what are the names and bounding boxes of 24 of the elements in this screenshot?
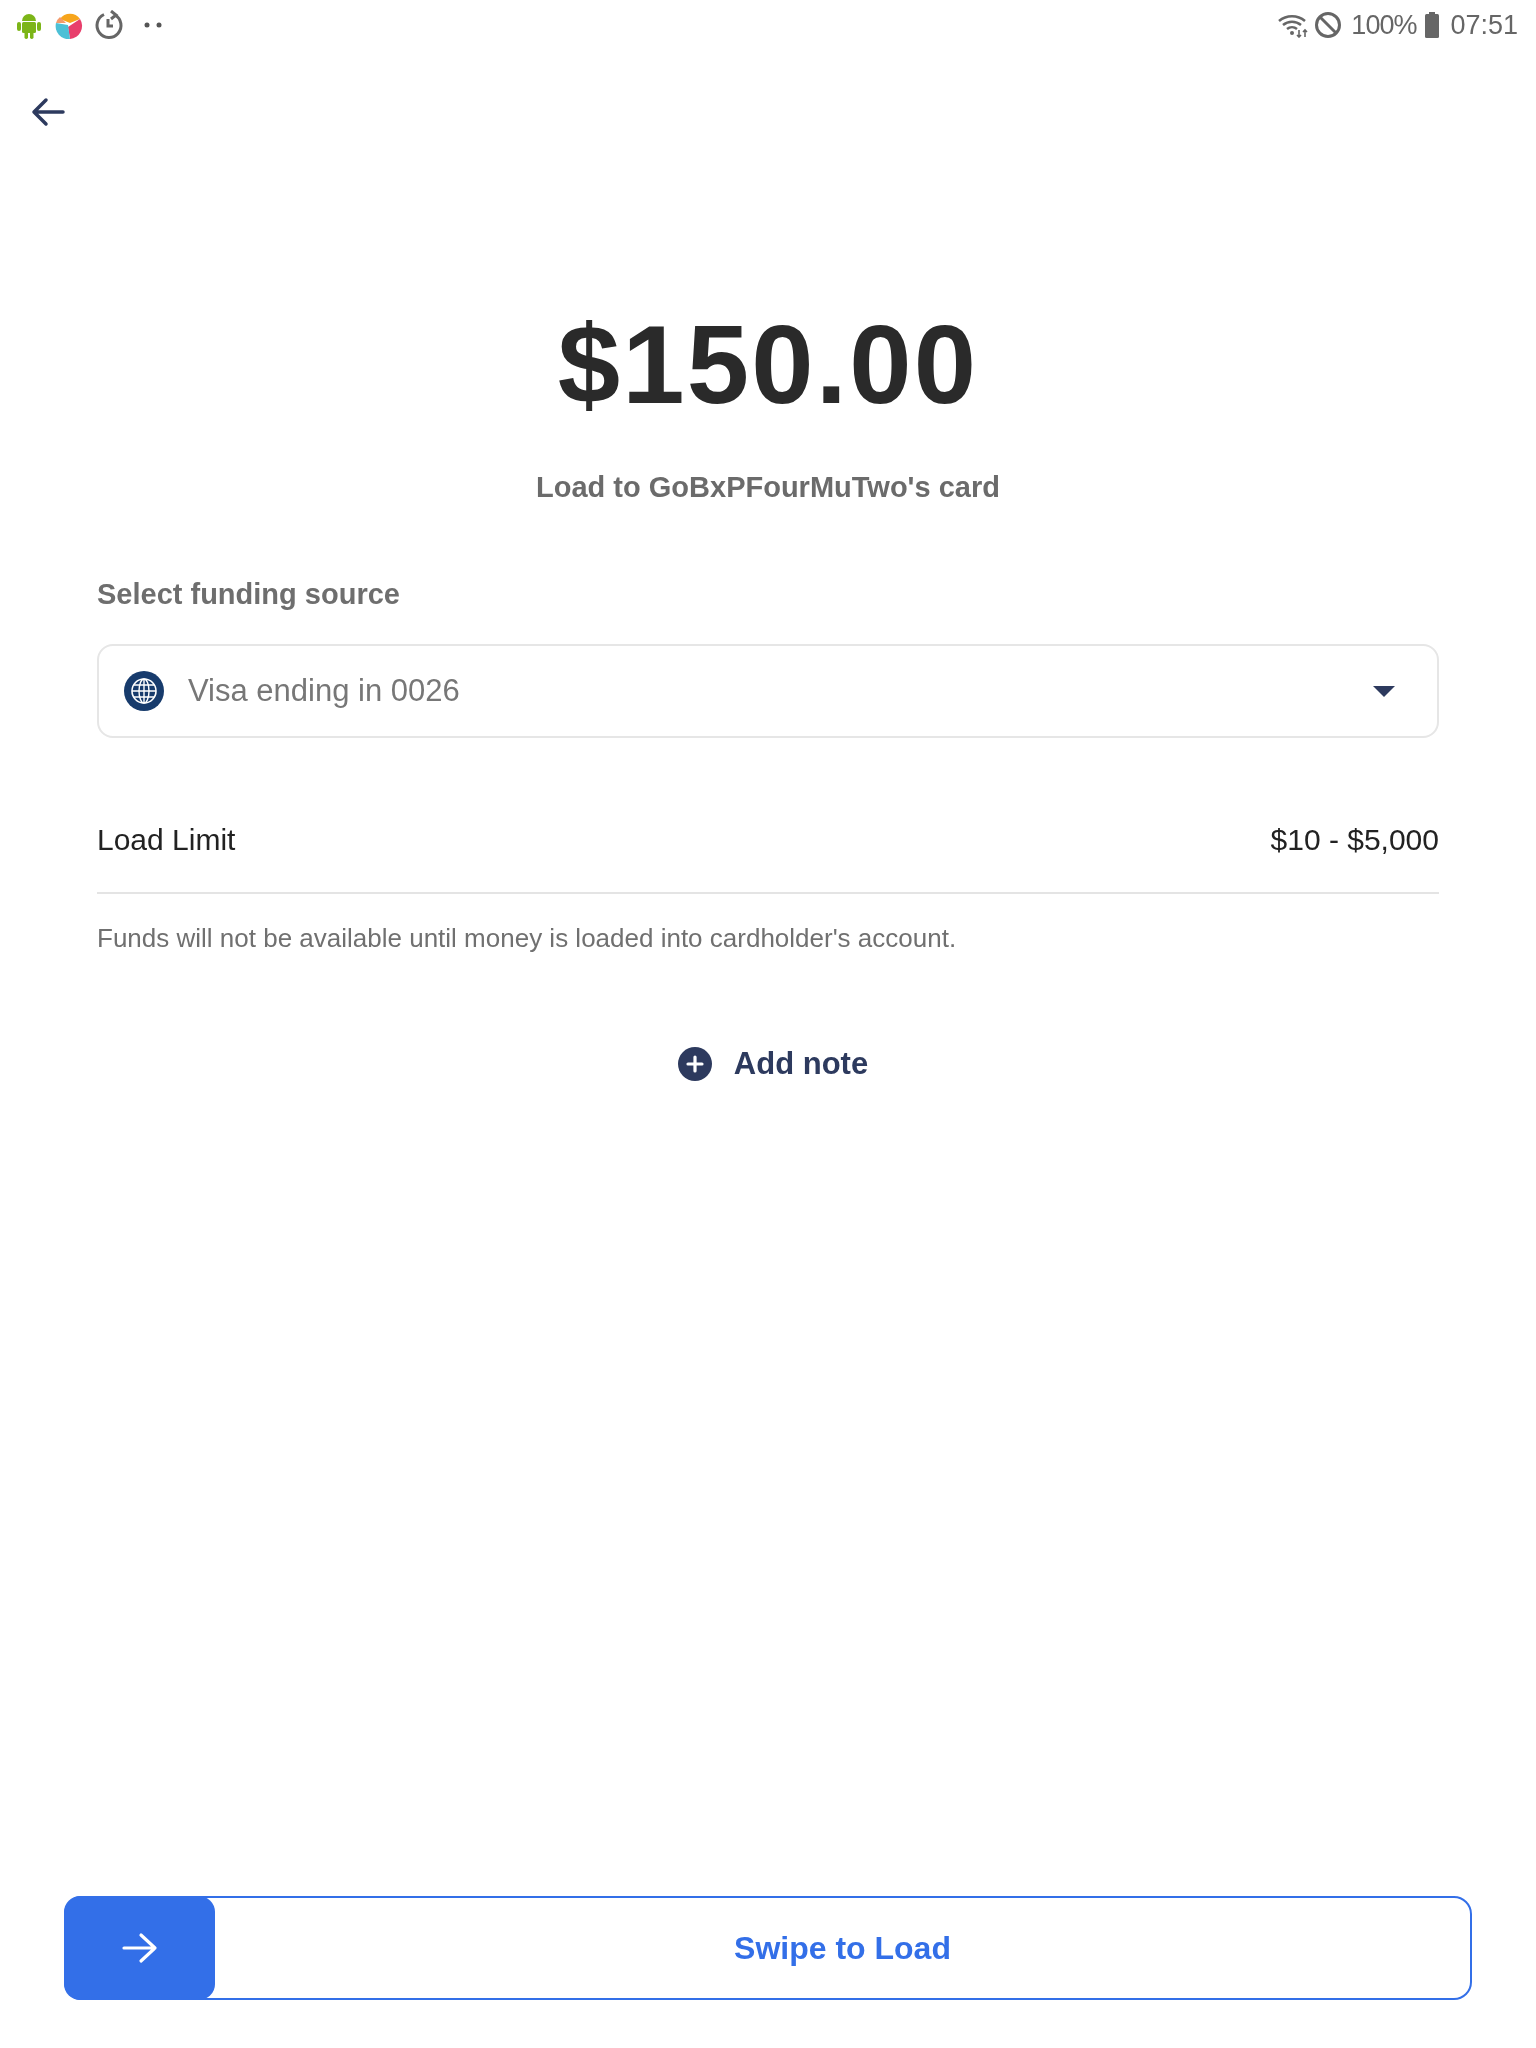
add-note-button[interactable]: Add note xyxy=(667,1044,869,1084)
funds-notice: Funds will not be available until money is loaded into cardholder's account. xyxy=(97,922,958,955)
android-robot-icon xyxy=(16,11,42,39)
load-limit-value: $10 - $5,000 xyxy=(1270,822,1439,858)
plus-circle-icon xyxy=(677,1047,712,1081)
load-subtitle: Load to GoBxPFourMuTwo's card xyxy=(536,470,1000,505)
caret-down-icon xyxy=(1373,685,1395,697)
right-arrow-icon xyxy=(121,1932,158,1964)
load-limit-label: Load Limit xyxy=(97,822,236,858)
swipe-label: Swipe to Load xyxy=(734,1929,951,1968)
funding-source-dropdown[interactable]: Visa ending in 0026 xyxy=(97,644,1439,738)
more-dots-icon xyxy=(144,22,162,28)
clock-time: 07:51 xyxy=(1450,11,1518,39)
swipe-handle[interactable] xyxy=(64,1896,215,2000)
battery-percent: 100% xyxy=(1351,11,1417,39)
swipe-slider-track[interactable]: Swipe to Load xyxy=(64,1896,1472,2000)
history-icon xyxy=(94,10,124,40)
battery-icon xyxy=(1425,12,1440,38)
funding-source-label: Select funding source xyxy=(97,577,401,612)
wifi-icon xyxy=(1277,12,1310,38)
prohibited-icon xyxy=(1314,11,1343,39)
amount: $150.00 xyxy=(557,309,979,421)
back-arrow-icon xyxy=(31,97,65,127)
globe-icon xyxy=(124,671,164,711)
